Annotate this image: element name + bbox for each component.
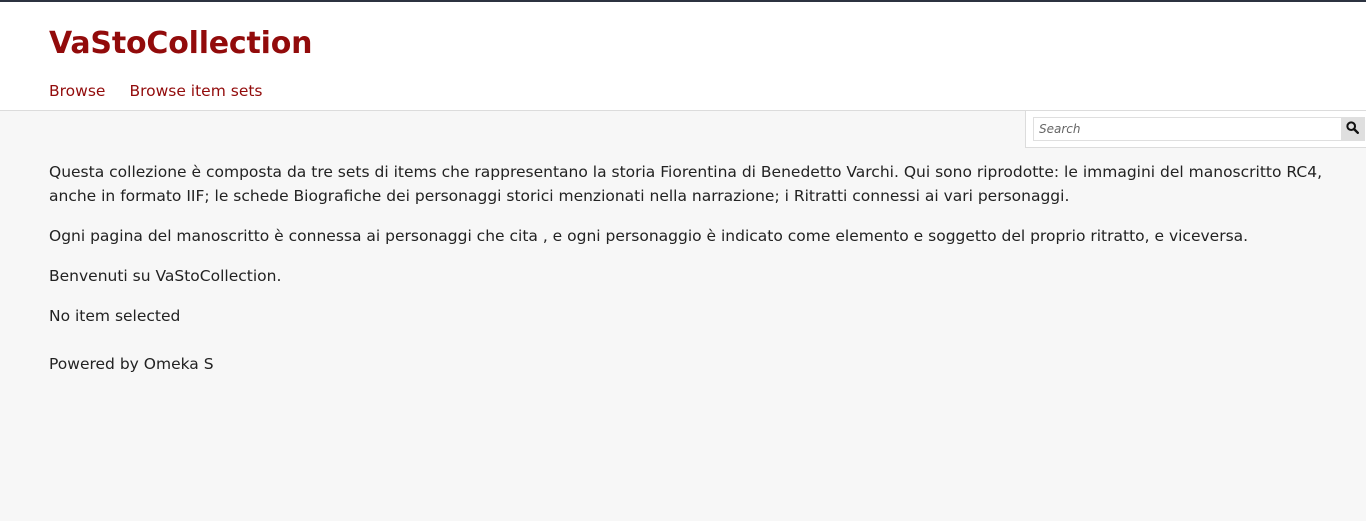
search-button[interactable] bbox=[1341, 118, 1364, 140]
search-panel bbox=[1025, 111, 1366, 148]
nav-item-browse[interactable]: Browse bbox=[49, 82, 105, 100]
site-header: VaStoCollection Browse Browse item sets bbox=[0, 2, 1366, 111]
main-navigation: Browse Browse item sets bbox=[49, 82, 263, 100]
main-content: Questa collezione è composta da tre sets… bbox=[49, 160, 1329, 328]
no-item-message: No item selected bbox=[49, 307, 181, 325]
search-icon bbox=[1346, 121, 1360, 137]
site-footer: Powered by Omeka S bbox=[49, 352, 214, 376]
welcome-paragraph: Benvenuti su VaStoCollection. bbox=[49, 267, 282, 285]
nav-item-browse-item-sets[interactable]: Browse item sets bbox=[129, 82, 262, 100]
description-paragraph: Ogni pagina del manoscritto è connessa a… bbox=[49, 227, 1249, 245]
powered-by-text: Powered by Omeka S bbox=[49, 355, 214, 373]
search-input[interactable] bbox=[1034, 118, 1341, 140]
intro-paragraph: Questa collezione è composta da tre sets… bbox=[49, 163, 1322, 205]
search-form bbox=[1033, 117, 1365, 141]
site-title-link[interactable]: VaStoCollection bbox=[49, 26, 312, 61]
